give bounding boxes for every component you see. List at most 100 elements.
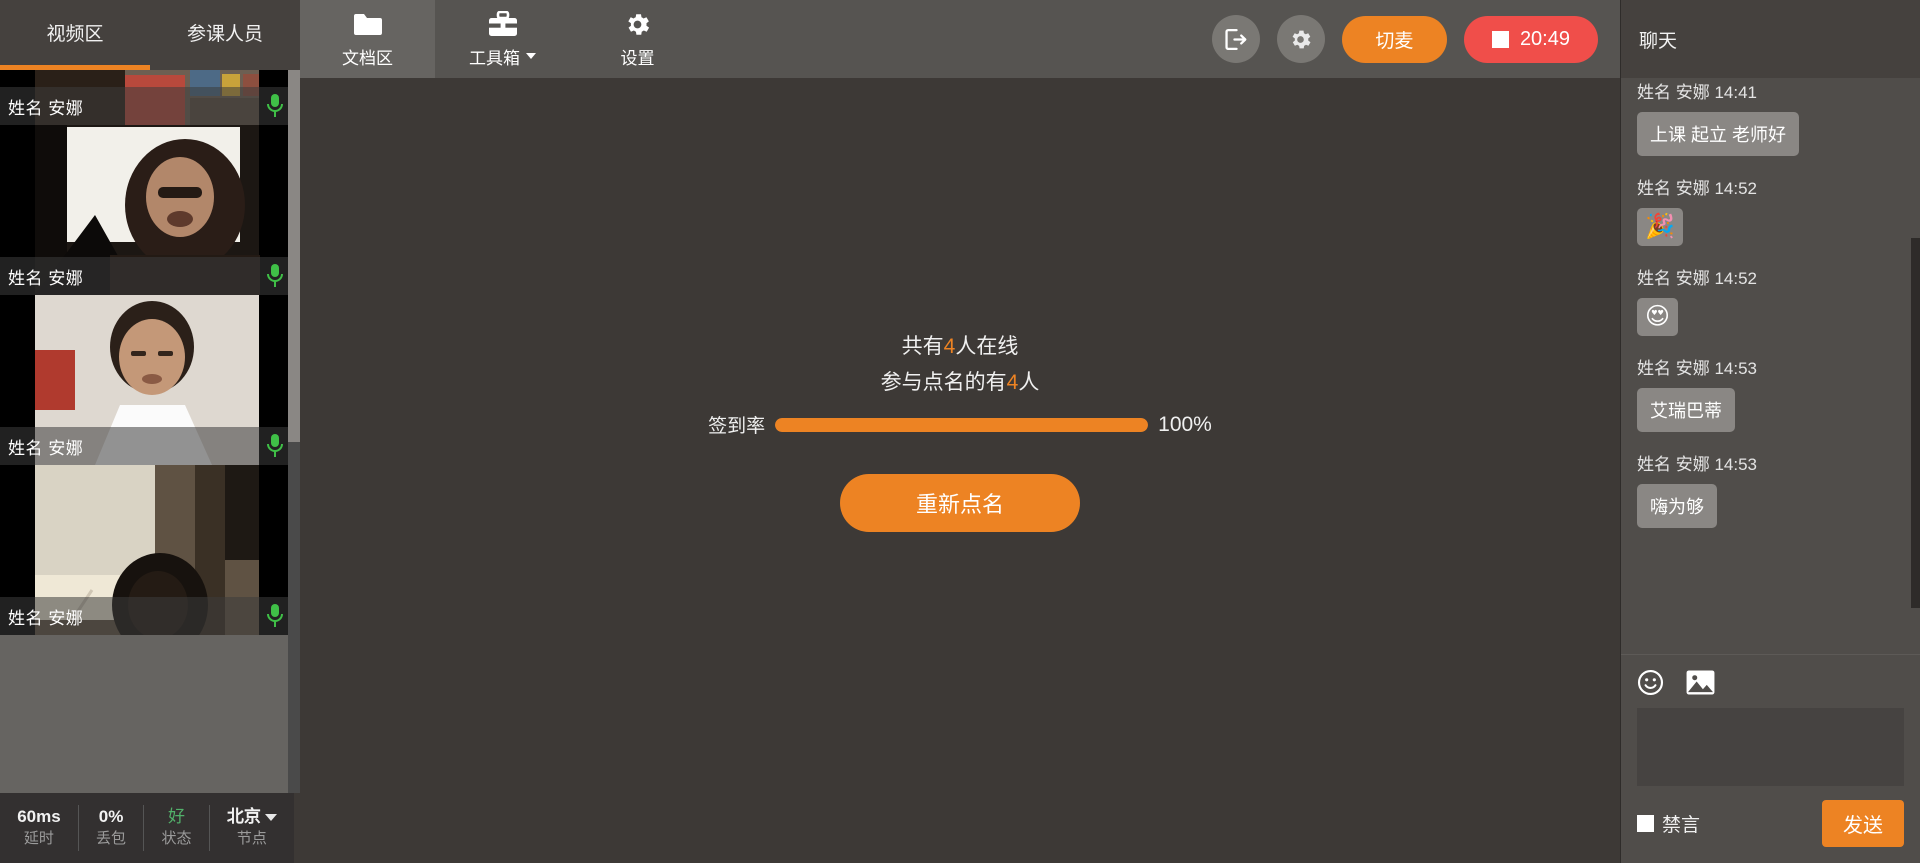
status-node-value: 北京 [226, 807, 261, 826]
chat-scrollbar-track[interactable] [1910, 78, 1920, 654]
participate-count-line: 参与点名的有4人 [881, 365, 1040, 401]
chat-message-bubble[interactable]: 😍 [1637, 298, 1679, 336]
status-quality-label: 状态 [161, 830, 192, 847]
video-tile[interactable]: 姓名 安娜 [0, 465, 294, 635]
mute-all-label: 禁言 [1662, 815, 1701, 836]
meeting-app-window: 视频区 参课人员 姓名 安娜 姓名 安娜 姓名 安娜 姓名 安娜 60ms 延时… [0, 0, 1920, 863]
chat-message: 姓名 安娜 14:52 🎉 [1637, 174, 1904, 246]
signin-rate-row: 签到率 100% [708, 411, 1212, 438]
exit-class-button[interactable] [1211, 15, 1260, 63]
status-latency-value: 60ms [17, 807, 61, 826]
status-packet-loss-value: 0% [98, 807, 124, 826]
status-node-selector[interactable]: 北京 节点 [210, 805, 294, 851]
status-latency-label: 延时 [23, 830, 54, 847]
video-tile-name-overlay: 姓名 安娜 [0, 597, 294, 635]
stop-square-icon [1491, 30, 1509, 48]
video-tile-name-overlay: 姓名 安娜 [0, 87, 294, 125]
chat-toolbar [1621, 654, 1920, 696]
mute-all-checkbox[interactable] [1637, 815, 1654, 832]
video-empty-area [0, 635, 294, 775]
video-tile-name: 姓名 安娜 [8, 438, 84, 458]
signin-rate-progressbar [775, 417, 1149, 432]
chat-message-clip: 姓名 安娜 14:41 上课 起立 老师好 姓名 安娜 14:52 🎉 姓名 安… [1637, 78, 1904, 528]
chat-scrollbar-thumb[interactable] [1911, 238, 1920, 608]
chat-message-bubble[interactable]: 上课 起立 老师好 [1637, 112, 1800, 156]
chat-footer: 禁言 发送 [1621, 786, 1920, 863]
smiley-icon[interactable] [1637, 669, 1664, 696]
video-tile-name-overlay: 姓名 安娜 [0, 427, 294, 465]
toolbar-item-settings-label: 设置 [620, 48, 655, 68]
mute-all-toggle[interactable]: 禁言 [1637, 810, 1700, 837]
signin-rate-percent: 100% [1158, 412, 1212, 436]
status-quality: 好 状态 [144, 805, 210, 851]
chat-message: 姓名 安娜 14:53 艾瑞巴蒂 [1637, 354, 1904, 432]
left-panel-tabs: 视频区 参课人员 [0, 0, 300, 70]
chat-message-meta: 姓名 安娜 14:53 [1637, 455, 1757, 474]
rollcall-panel: 共有4人在线 参与点名的有4人 签到率 100% 重新点名 [708, 329, 1212, 532]
video-tiles-stack: 姓名 安娜 姓名 安娜 姓名 安娜 姓名 安娜 [0, 70, 294, 775]
video-tile-name: 姓名 安娜 [8, 608, 84, 628]
video-tile[interactable]: 姓名 安娜 [0, 125, 294, 295]
mic-on-icon [267, 264, 283, 287]
status-packet-loss-label: 丢包 [96, 830, 127, 847]
signin-rate-label: 签到率 [708, 416, 766, 437]
chat-message-bubble[interactable]: 嗨为够 [1637, 484, 1717, 528]
toolbar-item-settings[interactable]: 设置 [570, 0, 705, 78]
video-scrollbar-track[interactable] [288, 70, 300, 793]
left-video-panel: 视频区 参课人员 姓名 安娜 姓名 安娜 姓名 安娜 姓名 安娜 60ms 延时… [0, 0, 300, 863]
mic-on-icon [267, 434, 283, 457]
tab-video-area[interactable]: 视频区 [0, 0, 150, 70]
video-tile-name: 姓名 安娜 [8, 268, 84, 288]
online-prefix: 共有 [901, 335, 944, 358]
status-quality-value: 好 [167, 807, 185, 826]
chat-message-meta: 姓名 安娜 14:52 [1637, 179, 1757, 198]
chat-panel: 聊天 姓名 安娜 14:41 上课 起立 老师好 姓名 安娜 14:52 🎉 姓… [1620, 0, 1920, 863]
mic-on-icon [267, 94, 283, 117]
toolbox-icon [488, 10, 518, 40]
video-tiles-scroll-area[interactable]: 姓名 安娜 姓名 安娜 姓名 安娜 姓名 安娜 [0, 70, 300, 793]
restart-rollcall-button[interactable]: 重新点名 [839, 474, 1080, 532]
online-count-line: 共有4人在线 [902, 329, 1019, 365]
online-suffix: 人在线 [955, 335, 1019, 358]
chat-message: 姓名 安娜 14:53 嗨为够 [1637, 450, 1904, 528]
mic-on-icon [267, 604, 283, 627]
chat-input[interactable] [1637, 708, 1904, 786]
chat-message-bubble[interactable]: 🎉 [1637, 208, 1683, 246]
status-node-label: 节点 [236, 830, 267, 847]
chat-message: 姓名 安娜 14:52 😍 [1637, 264, 1904, 336]
participate-count: 4 [1006, 371, 1019, 394]
chevron-down-icon[interactable] [526, 53, 536, 59]
chevron-down-icon[interactable] [264, 813, 277, 821]
signin-rate-progress-fill [775, 417, 1149, 432]
recording-timer: 20:49 [1519, 27, 1570, 50]
participate-suffix: 人 [1018, 371, 1040, 394]
image-icon[interactable] [1686, 670, 1715, 695]
video-tile-name: 姓名 安娜 [8, 98, 84, 118]
chat-message-list[interactable]: 姓名 安娜 14:41 上课 起立 老师好 姓名 安娜 14:52 🎉 姓名 安… [1621, 78, 1920, 654]
chat-message: 姓名 安娜 14:41 上课 起立 老师好 [1637, 78, 1904, 156]
toolbar-item-documents[interactable]: 文档区 [300, 0, 435, 78]
video-tile[interactable]: 姓名 安娜 [0, 70, 294, 125]
chat-message-meta: 姓名 安娜 14:41 [1637, 83, 1757, 102]
main-stage: 共有4人在线 参与点名的有4人 签到率 100% 重新点名 [300, 78, 1620, 863]
network-status-bar: 60ms 延时 0% 丢包 好 状态 北京 节点 [0, 793, 294, 863]
toolbar-item-toolbox[interactable]: 工具箱 [435, 0, 570, 78]
video-tile[interactable]: 姓名 安娜 [0, 295, 294, 465]
recording-button[interactable]: 20:49 [1463, 15, 1598, 63]
video-scrollbar-thumb[interactable] [288, 70, 300, 442]
tab-participants[interactable]: 参课人员 [150, 0, 300, 70]
switch-mic-button[interactable]: 切麦 [1341, 15, 1447, 63]
send-message-button[interactable]: 发送 [1822, 800, 1904, 847]
status-latency: 60ms 延时 [0, 805, 79, 851]
main-toolbar: 文档区 工具箱 设置 切麦 20:49 [300, 0, 1620, 78]
toolbar-actions: 切麦 20:49 [1211, 0, 1620, 78]
toolbar-item-documents-label: 文档区 [342, 48, 393, 68]
exit-icon [1225, 28, 1247, 50]
online-count: 4 [943, 335, 956, 358]
settings-button[interactable] [1276, 15, 1325, 63]
chat-message-meta: 姓名 安娜 14:52 [1637, 269, 1757, 288]
toolbar-item-toolbox-label-wrap: 工具箱 [469, 44, 536, 69]
chat-message-bubble[interactable]: 艾瑞巴蒂 [1637, 388, 1735, 432]
gear-icon [1293, 30, 1311, 48]
